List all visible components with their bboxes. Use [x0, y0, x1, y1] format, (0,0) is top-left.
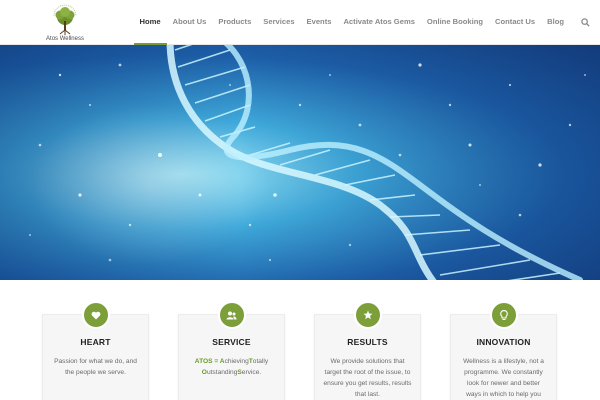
card-text: Wellness is a lifestyle, not a programme…	[463, 358, 544, 398]
card-results-icon-button[interactable]	[353, 301, 382, 329]
text-run: ervice.	[241, 369, 262, 376]
star-icon	[363, 310, 372, 320]
nav-item-home[interactable]: Home	[133, 0, 167, 45]
card-title: INNOVATION	[476, 337, 531, 347]
card-results: RESULTS We provide solutions that target…	[314, 301, 421, 400]
card-text: ATOS = AchievingTotally OutstandingServic…	[187, 356, 276, 378]
nav-item-about-us[interactable]: About Us	[167, 0, 213, 45]
text-run: chieving	[224, 358, 249, 365]
heart-icon	[91, 311, 100, 319]
nav-item-services[interactable]: Services	[257, 0, 300, 45]
text-run: utstanding	[206, 369, 238, 376]
site-header: Atos Wellness Home About Us Products Ser…	[0, 0, 600, 45]
card-title: HEART	[80, 337, 111, 347]
card-innovation: INNOVATION Wellness is a lifestyle, not …	[450, 301, 557, 400]
feature-cards: HEART Passion for what we do, and the pe…	[0, 280, 600, 400]
main-nav: Home About Us Products Services Events A…	[133, 0, 600, 45]
card-text: We provide solutions that target the roo…	[323, 358, 412, 398]
highlight-letter: =	[212, 358, 220, 365]
card-title: SERVICE	[212, 337, 251, 347]
text-run: otally	[252, 358, 269, 365]
search-button[interactable]	[570, 0, 600, 45]
card-text: Passion for what we do, and the people w…	[54, 358, 137, 376]
card-title: RESULTS	[347, 337, 388, 347]
logo[interactable]: Atos Wellness	[40, 2, 90, 43]
card-service: SERVICE ATOS = AchievingTotally Outstandi…	[178, 301, 285, 400]
nav-item-contact-us[interactable]: Contact Us	[489, 0, 541, 45]
nav-item-events[interactable]: Events	[301, 0, 338, 45]
hero-banner	[0, 45, 600, 280]
tree-logo-icon	[53, 4, 77, 35]
logo-text: Atos Wellness	[46, 36, 84, 42]
card-innovation-icon-button[interactable]	[489, 301, 518, 329]
nav-item-blog[interactable]: Blog	[541, 0, 570, 45]
search-icon	[580, 18, 590, 27]
nav-item-activate-atos-gems[interactable]: Activate Atos Gems	[337, 0, 420, 45]
card-heart-icon-button[interactable]	[81, 301, 110, 329]
card-heart: HEART Passion for what we do, and the pe…	[42, 301, 149, 400]
highlight-letter: ATOS	[194, 358, 213, 365]
nav-item-products[interactable]: Products	[212, 0, 257, 45]
lightbulb-icon	[499, 309, 508, 320]
users-icon	[226, 311, 237, 319]
card-service-icon-button[interactable]	[217, 301, 246, 329]
dna-helix-image	[0, 45, 600, 280]
nav-item-online-booking[interactable]: Online Booking	[421, 0, 489, 45]
